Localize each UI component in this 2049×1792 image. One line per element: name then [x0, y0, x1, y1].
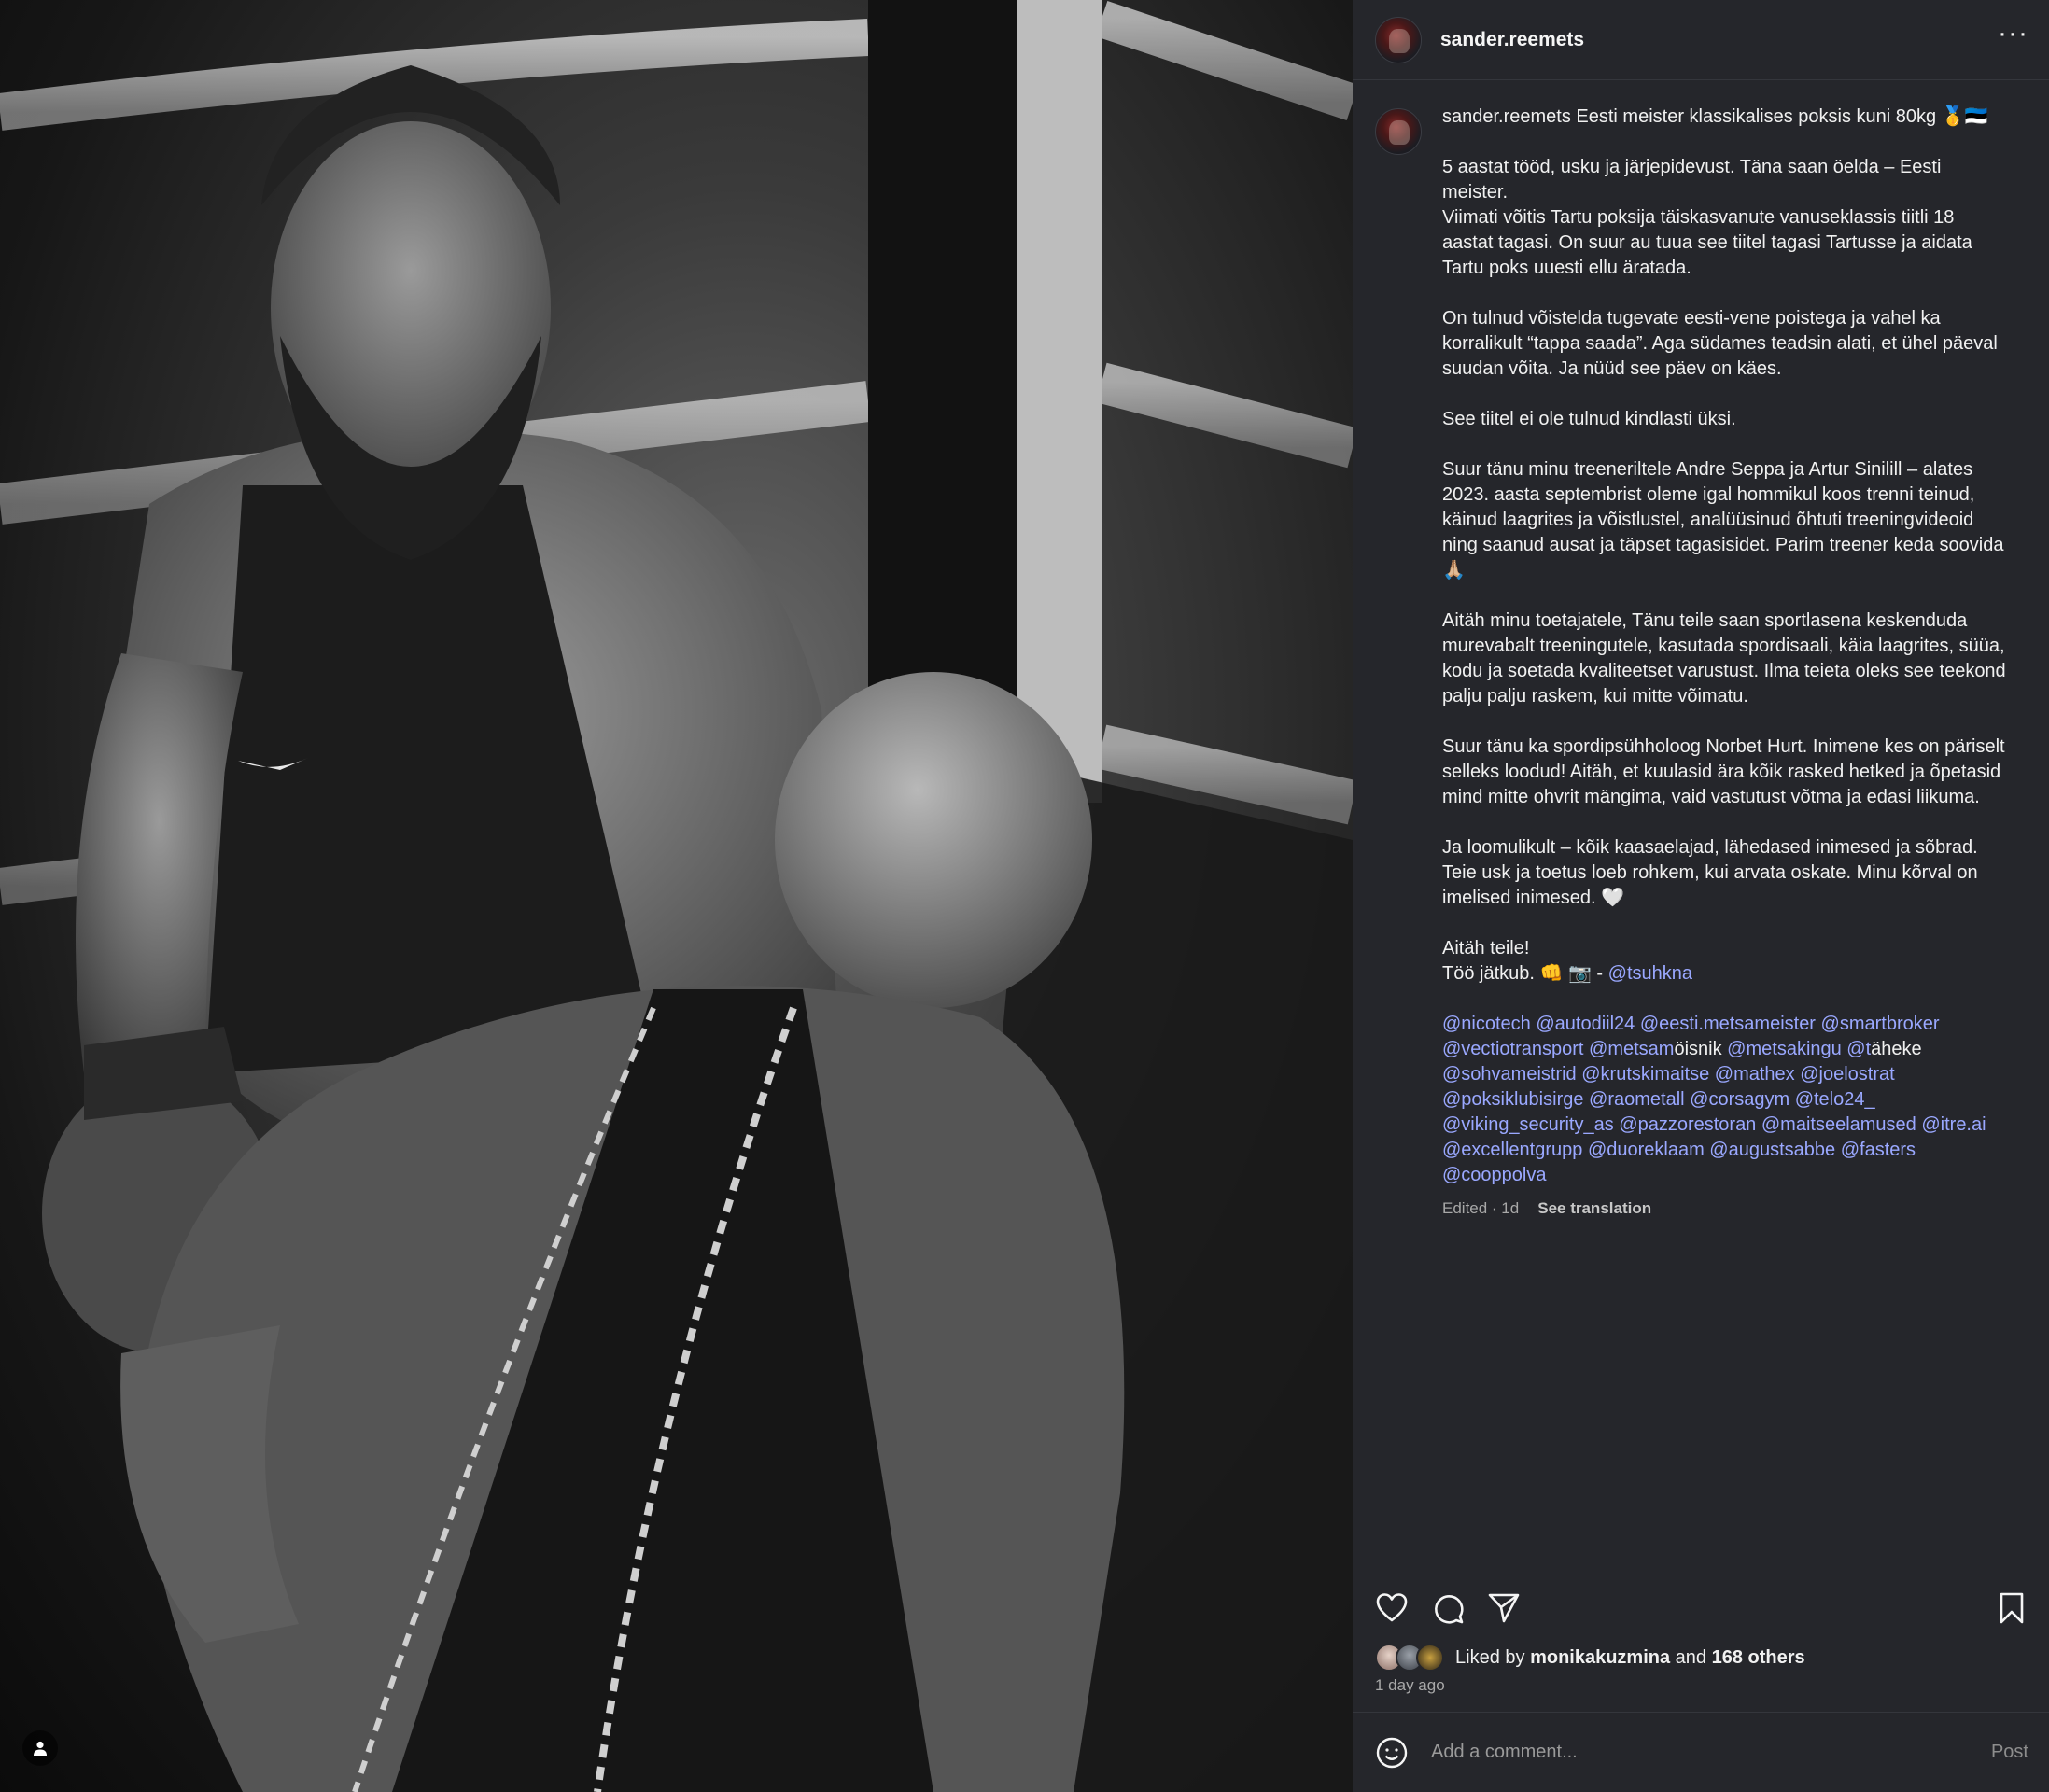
comment-input[interactable] — [1431, 1742, 1991, 1763]
avatar[interactable] — [1375, 16, 1422, 63]
mentions-line-2a[interactable]: @vectiotransport @metsam — [1442, 1039, 1674, 1059]
mentions-line-6[interactable]: @excellentgrupp @duoreklaam @augustsabbe… — [1442, 1140, 1916, 1160]
caption-paragraph-1: 5 aastat tööd, usku ja järjepidevust. Tä… — [1442, 157, 1972, 278]
heart-icon[interactable] — [1375, 1591, 1409, 1625]
liker-username[interactable]: monikakuzmina — [1530, 1647, 1670, 1668]
header-username[interactable]: sander.reemets — [1440, 29, 1584, 51]
caption-paragraph-7: Ja loomulikult – kõik kaasaelajad, lähed… — [1442, 837, 1984, 908]
caption-paragraph-6: Suur tänu ka spordipsühholoog Norbet Hur… — [1442, 736, 2011, 807]
caption-closing-line-2: Töö jätkub. 👊 📷 - — [1442, 963, 1608, 984]
comment-icon[interactable] — [1431, 1591, 1465, 1625]
caption-paragraph-3: See tiitel ei ole tulnud kindlasti üksi. — [1442, 409, 1736, 429]
caption-headline: Eesti meister klassikalises poksis kuni … — [1570, 106, 1988, 127]
mentions-line-2d: äheke — [1871, 1039, 1922, 1059]
mentions-line-2b: öisnik — [1674, 1039, 1728, 1059]
bookmark-icon[interactable] — [1995, 1591, 2028, 1625]
post-header: sander.reemets ··· — [1353, 0, 2049, 80]
avatar — [1416, 1644, 1444, 1672]
liker-avatars[interactable] — [1375, 1644, 1444, 1672]
caption-paragraph-5: Aitäh minu toetajatele, Tänu teile saan … — [1442, 610, 2012, 707]
caption-body: sander.reemets Eesti meister klassikalis… — [1442, 105, 2008, 1218]
post-time: 1 day ago — [1375, 1676, 1445, 1694]
likes-others-link[interactable]: 168 others — [1712, 1647, 1805, 1668]
caption-text: sander.reemets Eesti meister klassikalis… — [1442, 105, 2008, 1188]
mentions-line-7[interactable]: @cooppolva — [1442, 1165, 1546, 1185]
mentions-line-1[interactable]: @nicotech @autodiil24 @eesti.metsameiste… — [1442, 1014, 1940, 1034]
post-comment-button[interactable]: Post — [1991, 1742, 2028, 1763]
post-photo[interactable] — [0, 0, 1353, 1792]
caption-username[interactable]: sander.reemets — [1442, 106, 1571, 127]
post-side-panel: sander.reemets ··· sander.reemets Eesti … — [1353, 0, 2049, 1792]
caption-paragraph-4: Suur tänu minu treeneriltele Andre Seppa… — [1442, 459, 2010, 581]
caption-closing-line-1: Aitäh teile! — [1442, 938, 1530, 959]
likes-summary: Liked by monikakuzmina and 168 others — [1455, 1647, 1805, 1669]
mention-link[interactable]: @tsuhkna — [1608, 963, 1692, 984]
likes-middle: and — [1670, 1646, 1712, 1668]
boxing-photo-illustration — [0, 0, 1353, 1792]
mentions-line-2c[interactable]: @metsakingu @t — [1727, 1039, 1871, 1059]
emoji-icon[interactable] — [1375, 1736, 1409, 1770]
user-tag-icon — [34, 1741, 47, 1756]
caption-row: sander.reemets Eesti meister klassikalis… — [1375, 105, 2027, 1218]
mentions-line-4[interactable]: @poksiklubisirge @raometall @corsagym @t… — [1442, 1089, 1875, 1110]
caption-avatar[interactable] — [1375, 108, 1422, 155]
more-options-icon[interactable]: ··· — [1998, 19, 2028, 61]
mentions-line-5[interactable]: @viking_security_as @pazzorestoran @mait… — [1442, 1114, 1986, 1135]
post-actions — [1353, 1579, 2049, 1637]
caption-paragraph-2: On tulnud võistelda tugevate eesti-vene … — [1442, 308, 2003, 379]
tagged-users-button[interactable] — [22, 1730, 58, 1766]
caption-meta: Edited · 1d See translation — [1442, 1199, 2008, 1218]
mentions-line-3[interactable]: @sohvameistrid @krutskimaitse @mathex @j… — [1442, 1064, 1895, 1085]
likes-prefix: Liked by — [1455, 1646, 1531, 1668]
edited-timestamp: Edited · 1d — [1442, 1199, 1520, 1217]
likes-row: Liked by monikakuzmina and 168 others — [1353, 1637, 2049, 1674]
see-translation-button[interactable]: See translation — [1537, 1199, 1651, 1218]
send-icon[interactable] — [1487, 1591, 1521, 1625]
comment-bar: Post — [1353, 1712, 2049, 1792]
caption-area: sander.reemets Eesti meister klassikalis… — [1353, 80, 2049, 1579]
